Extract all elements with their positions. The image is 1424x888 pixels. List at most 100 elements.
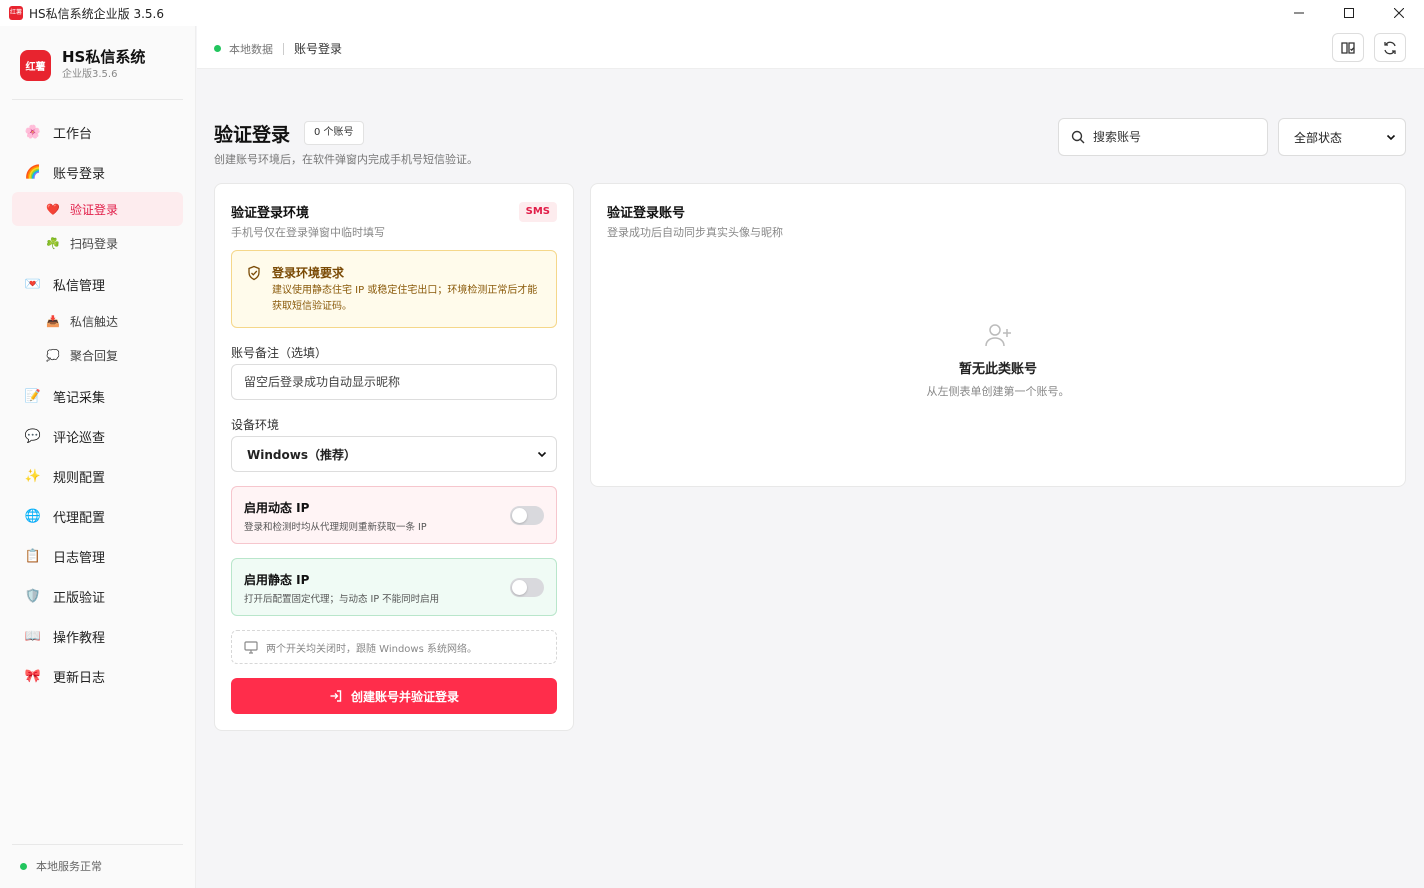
- minimize-icon: [1294, 12, 1304, 14]
- search-box: [1058, 118, 1268, 156]
- create-and-verify-label: 创建账号并验证登录: [350, 689, 459, 704]
- clover-icon: ☘️: [46, 236, 60, 250]
- chevron-down-icon: [537, 451, 547, 458]
- sidebar-item-note-collect[interactable]: 📝 笔记采集: [12, 376, 183, 416]
- static-ip-toggle[interactable]: [510, 578, 544, 597]
- sidebar-item-label: 笔记采集: [53, 390, 106, 406]
- alert-title: 登录环境要求: [272, 266, 345, 280]
- sidebar-item-label: 私信管理: [53, 278, 106, 294]
- sidebar-subitem-message-reach[interactable]: 📥 私信触达: [12, 304, 183, 338]
- sidebar-item-proxy-config[interactable]: 🌐 代理配置: [12, 496, 183, 536]
- device-env-select[interactable]: Windows（推荐）: [231, 436, 557, 472]
- card-subtitle: 手机号仅在登录弹窗中临时填写: [231, 226, 385, 239]
- network-hint: 两个开关均关闭时，跟随 Windows 系统网络。: [231, 630, 557, 664]
- static-ip-title: 启用静态 IP: [244, 573, 310, 587]
- heart-letter-icon: 💌: [24, 276, 42, 292]
- maximize-icon: [1344, 8, 1354, 18]
- account-note-input[interactable]: [231, 364, 557, 400]
- top-bar: 本地数据 账号登录: [197, 26, 1424, 69]
- speech-bubble-icon: 💬: [24, 428, 42, 444]
- window-controls: [1274, 0, 1424, 26]
- chevron-down-icon: [1386, 134, 1396, 141]
- book-open-icon: [1341, 41, 1355, 54]
- service-status-text: 本地服务正常: [36, 860, 102, 873]
- ribbon-icon: 🎀: [24, 668, 42, 684]
- sidebar-divider: [12, 99, 183, 100]
- sidebar-item-label: 工作台: [53, 126, 93, 142]
- dynamic-ip-option: 启用动态 IP 登录和检测时均从代理规则重新获取一条 IP: [231, 486, 557, 544]
- shield-check-icon: [248, 265, 260, 281]
- sidebar-subitem-label: 扫码登录: [70, 236, 119, 251]
- account-count-badge: 0 个账号: [304, 121, 364, 145]
- sidebar-item-message-management[interactable]: 💌 私信管理: [12, 264, 183, 304]
- sidebar-item-account-login[interactable]: 🌈 账号登录: [12, 152, 183, 192]
- monitor-icon: [244, 640, 258, 654]
- sidebar-item-label: 代理配置: [53, 510, 106, 526]
- sidebar-item-rule-config[interactable]: ✨ 规则配置: [12, 456, 183, 496]
- rainbow-icon: 🌈: [24, 164, 42, 180]
- brand-name: HS私信系统: [62, 48, 146, 66]
- status-filter-value: 全部状态: [1294, 130, 1343, 145]
- app-icon: 红薯: [9, 6, 23, 20]
- refresh-button[interactable]: [1374, 33, 1406, 62]
- brand-version: 企业版3.5.6: [62, 69, 118, 80]
- shield-icon: 🛡️: [24, 588, 42, 604]
- status-filter-select[interactable]: 全部状态: [1278, 118, 1406, 156]
- card-title: 验证登录账号: [607, 206, 686, 221]
- sidebar-footer-divider: [12, 844, 183, 845]
- device-env-value: Windows（推荐）: [247, 447, 356, 462]
- env-requirement-alert: 登录环境要求 建议使用静态住宅 IP 或稳定住宅出口；环境检测正常后才能获取短信…: [231, 250, 557, 328]
- inbox-icon: 📥: [46, 314, 60, 328]
- sidebar-item-label: 评论巡查: [53, 430, 106, 446]
- globe-icon: 🌐: [24, 508, 42, 524]
- sidebar-item-label: 操作教程: [53, 630, 106, 646]
- sparkles-icon: ✨: [24, 468, 42, 484]
- note-field-label: 账号备注（选填）: [231, 346, 328, 360]
- breadcrumb-root[interactable]: 本地数据: [229, 41, 273, 57]
- dynamic-ip-desc: 登录和检测时均从代理规则重新获取一条 IP: [244, 522, 427, 533]
- empty-title: 暂无此类账号: [958, 362, 1037, 377]
- toggle-knob: [512, 580, 527, 595]
- sidebar-item-comment-patrol[interactable]: 💬 评论巡查: [12, 416, 183, 456]
- toggle-knob: [512, 508, 527, 523]
- verified-accounts-card: 验证登录账号 登录成功后自动同步真实头像与昵称 暂无此类账号 从左侧表单创建第一…: [590, 183, 1406, 487]
- dynamic-ip-title: 启用动态 IP: [244, 501, 310, 515]
- create-and-verify-button[interactable]: 创建账号并验证登录: [231, 678, 557, 714]
- search-input[interactable]: [1093, 130, 1253, 144]
- sidebar-item-label: 日志管理: [53, 550, 106, 566]
- sidebar-subitem-qr-login[interactable]: ☘️ 扫码登录: [12, 226, 183, 260]
- sidebar-nav: 🌸 工作台 🌈 账号登录 ❤️ 验证登录 ☘️ 扫码登录 💌 私信管理 📥 私信…: [12, 112, 183, 696]
- close-icon: [1394, 8, 1404, 18]
- sidebar-subitem-label: 验证登录: [70, 202, 119, 217]
- minimize-button[interactable]: [1274, 0, 1324, 26]
- sidebar-item-workbench[interactable]: 🌸 工作台: [12, 112, 183, 152]
- search-icon: [1071, 130, 1085, 144]
- close-button[interactable]: [1374, 0, 1424, 26]
- guide-button[interactable]: [1332, 33, 1364, 62]
- heart-icon: ❤️: [46, 202, 60, 216]
- empty-state: 暂无此类账号 从左侧表单创建第一个账号。: [591, 322, 1405, 399]
- top-actions: [1332, 33, 1406, 62]
- sms-badge: SMS: [518, 202, 557, 222]
- chat-bubble-icon: 💭: [46, 348, 60, 362]
- breadcrumb-separator: [283, 42, 284, 55]
- sidebar-item-tutorial[interactable]: 📖 操作教程: [12, 616, 183, 656]
- sidebar-item-license-verify[interactable]: 🛡️ 正版验证: [12, 576, 183, 616]
- sidebar-item-label: 正版验证: [53, 590, 106, 606]
- empty-subtitle: 从左侧表单创建第一个账号。: [926, 385, 1070, 398]
- sidebar-subitem-aggregate-reply[interactable]: 💭 聚合回复: [12, 338, 183, 372]
- dynamic-ip-toggle[interactable]: [510, 506, 544, 525]
- sidebar-item-label: 规则配置: [53, 470, 106, 486]
- sidebar-subitem-label: 私信触达: [70, 314, 119, 329]
- clipboard-icon: 📋: [24, 548, 42, 564]
- sidebar-item-changelog[interactable]: 🎀 更新日志: [12, 656, 183, 696]
- sidebar-subitem-verify-login[interactable]: ❤️ 验证登录: [12, 192, 183, 226]
- card-title: 验证登录环境: [231, 206, 310, 221]
- cherry-blossom-icon: 🌸: [24, 124, 42, 140]
- memo-icon: 📝: [24, 388, 42, 404]
- login-arrow-icon: [330, 690, 342, 702]
- sidebar-item-log-management[interactable]: 📋 日志管理: [12, 536, 183, 576]
- sidebar: 红薯 HS私信系统 企业版3.5.6 🌸 工作台 🌈 账号登录 ❤️ 验证登录 …: [0, 26, 196, 888]
- window-titlebar: 红薯 HS私信系统企业版 3.5.6: [0, 0, 1424, 26]
- maximize-button[interactable]: [1324, 0, 1374, 26]
